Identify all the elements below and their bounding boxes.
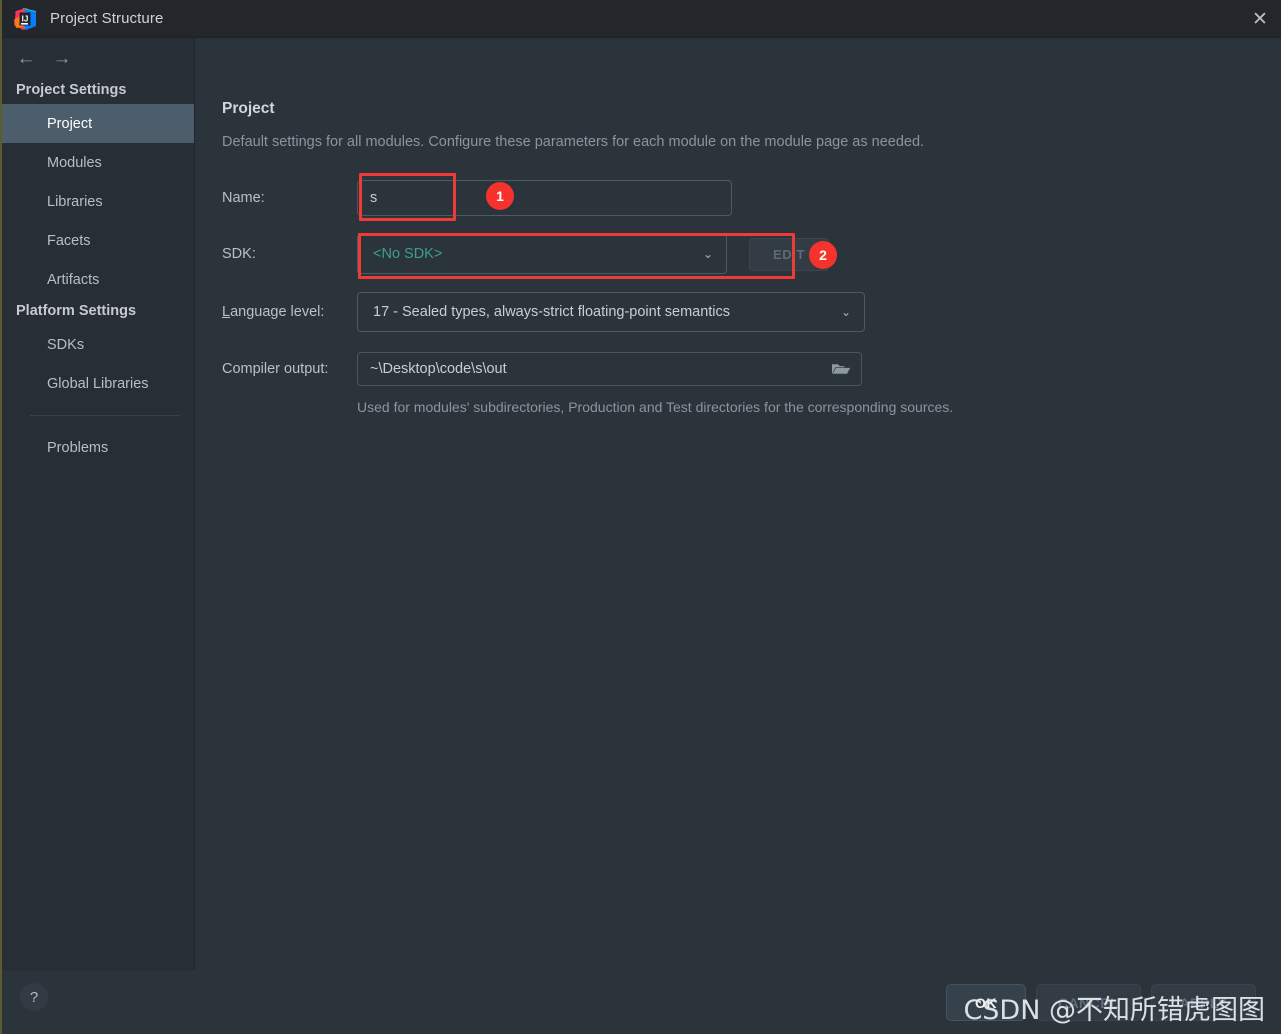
sidebar-item-label: SDKs xyxy=(47,336,85,353)
sdk-row: SDK: <No SDK> ⌄ EDIT xyxy=(222,234,1281,274)
cancel-button[interactable]: CANCEL xyxy=(1036,984,1141,1021)
compiler-output-hint: Used for modules' subdirectories, Produc… xyxy=(357,399,954,415)
dialog-footer: ? OK CANCEL APPLY CSDN @不知所错虎图图 xyxy=(2,970,1281,1034)
sdk-label: SDK: xyxy=(222,246,256,262)
title-bar: IJ Project Structure ✕ xyxy=(2,0,1281,38)
project-settings-panel: Project Default settings for all modules… xyxy=(195,38,1281,970)
page-title: Project xyxy=(222,100,275,117)
forward-arrow-icon[interactable]: → xyxy=(52,49,72,68)
name-row: Name: s xyxy=(222,180,1281,216)
language-level-label: Language level: xyxy=(222,304,357,320)
language-level-mnemonic: L xyxy=(222,304,231,320)
intellij-idea-logo-icon: IJ xyxy=(14,7,36,30)
sidebar-group-project-settings: Project Settings xyxy=(16,82,127,98)
svg-text:IJ: IJ xyxy=(22,14,29,23)
sdk-edit-button[interactable]: EDIT xyxy=(749,237,829,271)
apply-button[interactable]: APPLY xyxy=(1151,984,1256,1021)
compiler-output-row: Compiler output: ~\Desktop\code\s\out xyxy=(222,352,1281,386)
back-arrow-icon[interactable]: ← xyxy=(16,49,36,68)
sidebar-item-label: Libraries xyxy=(47,193,103,210)
dialog-body: ← → Project Settings Project Modules Lib… xyxy=(2,38,1281,970)
window-title: Project Structure xyxy=(50,10,164,27)
compiler-output-label: Compiler output: xyxy=(222,361,329,377)
sidebar-group-platform-settings: Platform Settings xyxy=(16,303,137,319)
chevron-down-icon[interactable]: ⌄ xyxy=(690,247,726,261)
help-button[interactable]: ? xyxy=(20,983,48,1011)
project-name-value: s xyxy=(370,190,378,206)
sidebar-item-label: Facets xyxy=(47,232,91,249)
page-description: Default settings for all modules. Config… xyxy=(222,134,925,150)
sidebar-item-modules[interactable]: Modules xyxy=(2,143,194,182)
sidebar-item-label: Project xyxy=(47,115,93,132)
sidebar-item-label: Modules xyxy=(47,154,102,171)
language-level-label-rest: anguage level: xyxy=(230,304,325,320)
sidebar-item-sdks[interactable]: SDKs xyxy=(2,325,194,364)
sidebar-divider xyxy=(30,415,180,416)
sidebar-item-label: Artifacts xyxy=(47,271,100,288)
project-structure-dialog: IJ Project Structure ✕ ← → Project Setti… xyxy=(2,0,1281,1034)
close-icon[interactable]: ✕ xyxy=(1237,0,1281,38)
ok-button[interactable]: OK xyxy=(946,984,1026,1021)
compiler-output-value: ~\Desktop\code\s\out xyxy=(370,361,507,377)
settings-sidebar: ← → Project Settings Project Modules Lib… xyxy=(2,38,195,970)
sidebar-item-libraries[interactable]: Libraries xyxy=(2,182,194,221)
name-label: Name: xyxy=(222,190,265,206)
sidebar-item-problems[interactable]: Problems xyxy=(2,428,194,467)
navigation-arrows: ← → xyxy=(2,38,194,68)
sdk-dropdown[interactable]: <No SDK> ⌄ xyxy=(357,234,727,274)
language-level-dropdown[interactable]: 17 - Sealed types, always-strict floatin… xyxy=(357,292,865,332)
sidebar-item-facets[interactable]: Facets xyxy=(2,221,194,260)
project-name-input[interactable]: s xyxy=(357,180,732,216)
language-level-value: 17 - Sealed types, always-strict floatin… xyxy=(373,304,731,320)
sidebar-item-global-libraries[interactable]: Global Libraries xyxy=(2,364,194,403)
compiler-output-input[interactable]: ~\Desktop\code\s\out xyxy=(357,352,862,386)
chevron-down-icon[interactable]: ⌄ xyxy=(828,305,864,319)
folder-icon[interactable] xyxy=(831,361,851,377)
sidebar-item-project[interactable]: Project xyxy=(2,104,194,143)
sidebar-item-label: Problems xyxy=(47,439,109,456)
sdk-value: <No SDK> xyxy=(373,246,443,262)
footer-button-group: OK CANCEL APPLY xyxy=(946,984,1256,1021)
sidebar-item-artifacts[interactable]: Artifacts xyxy=(2,260,194,299)
sidebar-item-label: Global Libraries xyxy=(47,375,149,392)
language-level-row: Language level: 17 - Sealed types, alway… xyxy=(222,292,1281,332)
